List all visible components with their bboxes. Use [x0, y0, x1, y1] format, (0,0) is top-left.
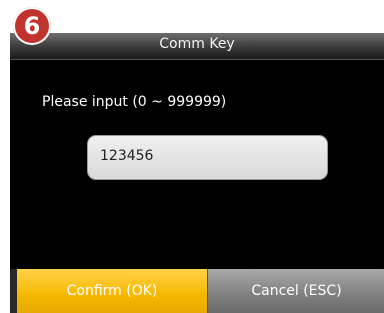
- action-bar: Confirm (OK) Cancel (ESC): [10, 269, 384, 313]
- window-title: Comm Key: [159, 36, 235, 52]
- comm-key-input[interactable]: 123456: [87, 135, 328, 180]
- input-prompt: Please input (0 ~ 999999): [42, 94, 227, 110]
- confirm-button[interactable]: Confirm (OK): [17, 269, 207, 313]
- cancel-button[interactable]: Cancel (ESC): [207, 269, 384, 313]
- action-bar-edge: [10, 269, 17, 313]
- title-bar: Comm Key: [10, 33, 384, 60]
- step-number-badge: 6: [13, 7, 51, 45]
- device-screen: Comm Key Please input (0 ~ 999999) 12345…: [10, 33, 384, 313]
